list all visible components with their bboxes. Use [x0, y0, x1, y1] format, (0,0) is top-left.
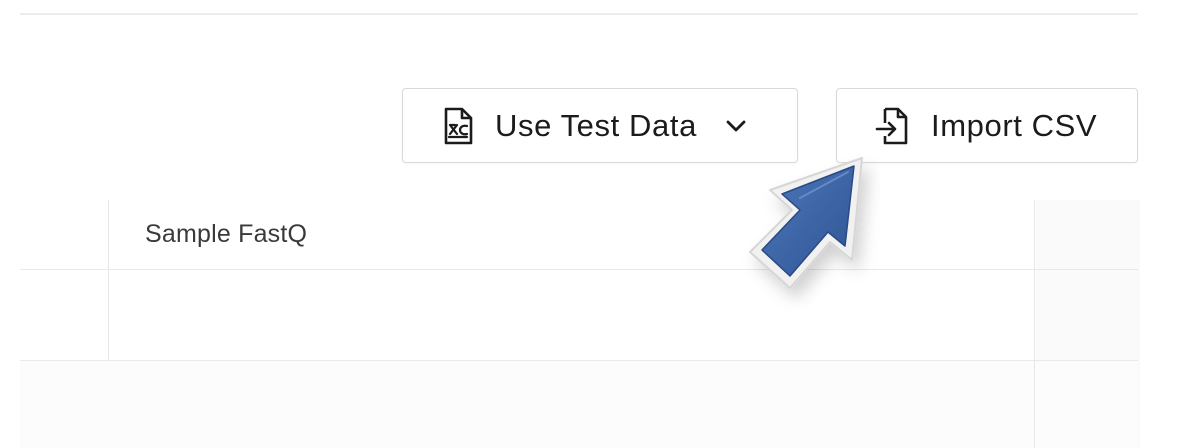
column-header-sample-fastq[interactable]: Sample FastQ — [145, 220, 307, 249]
column-divider — [1034, 200, 1035, 448]
samples-table: Sample FastQ — [0, 200, 1184, 448]
header-divider — [20, 269, 1138, 270]
chevron-down-icon[interactable] — [725, 115, 747, 137]
file-import-icon — [875, 106, 909, 146]
file-test-icon — [441, 106, 475, 146]
row-divider — [20, 360, 1138, 361]
top-divider — [20, 13, 1138, 15]
import-csv-label: Import CSV — [931, 107, 1098, 143]
import-csv-button[interactable]: Import CSV — [836, 88, 1138, 163]
mouse-pointer-icon — [730, 150, 880, 310]
use-test-data-label: Use Test Data — [495, 107, 697, 143]
column-divider — [108, 200, 109, 360]
table-empty-row — [20, 361, 1138, 448]
